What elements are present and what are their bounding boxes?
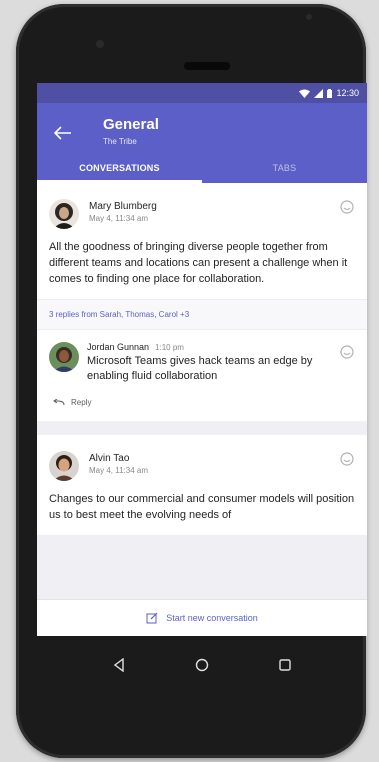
avatar[interactable] xyxy=(49,199,79,229)
avatar[interactable] xyxy=(49,342,79,372)
reply-label: Reply xyxy=(71,398,92,407)
proximity-sensor xyxy=(306,14,312,20)
start-conversation-button[interactable]: Start new conversation xyxy=(37,599,367,636)
post-timestamp: May 4, 11:34 am xyxy=(89,214,148,223)
like-icon[interactable] xyxy=(339,199,355,215)
reply-arrow-icon xyxy=(53,398,65,405)
conversation-post: Mary Blumberg May 4, 11:34 am All the go… xyxy=(37,183,367,421)
like-icon[interactable] xyxy=(339,344,355,360)
earpiece-speaker xyxy=(184,62,230,70)
wifi-icon xyxy=(299,89,311,98)
app-bar: General The Tribe CONVERSATIONS TABS xyxy=(37,103,367,183)
home-circle-icon xyxy=(195,658,209,672)
tab-conversations[interactable]: CONVERSATIONS xyxy=(37,153,202,183)
like-icon[interactable] xyxy=(339,451,355,467)
signal-icon xyxy=(314,88,324,98)
post-message: All the goodness of bringing diverse peo… xyxy=(49,241,348,285)
status-time: 12:30 xyxy=(336,88,359,98)
team-name: The Tribe xyxy=(103,137,137,146)
tab-bar: CONVERSATIONS TABS xyxy=(37,153,367,183)
post-author: Mary Blumberg xyxy=(89,201,157,212)
front-camera xyxy=(96,40,104,48)
conversation-feed[interactable]: Mary Blumberg May 4, 11:34 am All the go… xyxy=(37,183,367,599)
compose-icon xyxy=(146,612,158,624)
post-message: Changes to our commercial and consumer m… xyxy=(49,493,355,521)
status-bar: 12:30 xyxy=(37,83,367,103)
post-separator xyxy=(37,421,367,435)
tab-tabs[interactable]: TABS xyxy=(202,153,367,183)
avatar[interactable] xyxy=(49,451,79,481)
post-timestamp: May 4, 11:34 am xyxy=(89,466,148,475)
arrow-left-icon xyxy=(54,126,71,140)
conversation-post: Alvin Tao May 4, 11:34 am Changes to our… xyxy=(37,435,367,535)
phone-screen: 12:30 General The Tribe CONVERSATIONS TA… xyxy=(37,83,367,636)
channel-title: General xyxy=(103,116,159,133)
reply-author: Jordan Gunnan xyxy=(87,342,150,352)
reply-button[interactable]: Reply xyxy=(49,384,355,411)
back-button[interactable] xyxy=(51,121,75,145)
reply-item: Jordan Gunnan 1:10 pm Microsoft Teams giv… xyxy=(37,330,367,421)
reply-timestamp: 1:10 pm xyxy=(155,343,184,352)
start-conversation-label: Start new conversation xyxy=(166,613,258,623)
post-author: Alvin Tao xyxy=(89,453,130,464)
back-triangle-icon xyxy=(113,658,124,672)
reply-author-line: Jordan Gunnan 1:10 pm xyxy=(87,342,355,352)
battery-icon xyxy=(327,88,333,98)
nav-recents-button[interactable] xyxy=(271,651,299,679)
android-nav-bar xyxy=(37,636,367,694)
recents-square-icon xyxy=(279,659,292,671)
replies-summary-link[interactable]: 3 replies from Sarah, Thomas, Carol +3 xyxy=(37,299,367,330)
nav-back-button[interactable] xyxy=(105,651,133,679)
nav-home-button[interactable] xyxy=(188,651,216,679)
reply-message: Microsoft Teams gives hack teams an edge… xyxy=(87,355,313,382)
